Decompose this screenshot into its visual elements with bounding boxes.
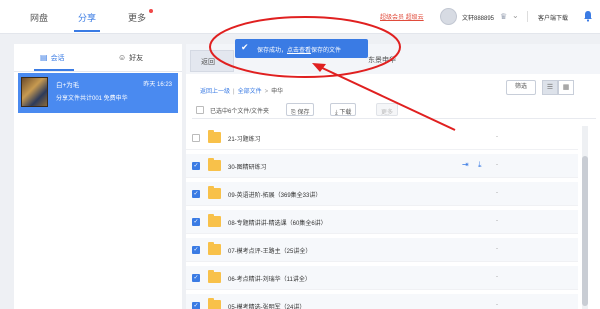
- avatar[interactable]: [440, 8, 457, 25]
- conversation-time: 昨天 16:23: [143, 82, 172, 88]
- nav-share[interactable]: 分享: [78, 11, 96, 24]
- row-size: -: [496, 162, 498, 168]
- toast-suffix: 保存的文件: [311, 48, 342, 54]
- conversation-name: 白+为毛: [56, 82, 80, 89]
- bell-icon[interactable]: [583, 10, 593, 22]
- table-row[interactable]: 21-习题练习 -: [186, 126, 578, 150]
- select-all-checkbox[interactable]: [196, 106, 204, 114]
- top-bar: 网盘 分享 更多 超级会员 超级云 文轩888895 ♛ ⌄ 客户端下载: [0, 0, 600, 34]
- scrollbar[interactable]: [582, 126, 588, 309]
- save-button[interactable]: ⎘ 保存: [286, 103, 315, 116]
- folder-icon: [208, 130, 221, 143]
- breadcrumb-current: 申华: [271, 89, 284, 95]
- nav-active-underline: [74, 30, 100, 32]
- row-size: -: [496, 218, 498, 224]
- table-row[interactable]: ✓ 06-考点精讲-刘瑞华（11讲全） -: [186, 266, 578, 290]
- row-size: -: [496, 302, 498, 308]
- row-size: -: [496, 246, 498, 252]
- friend-icon: ☺: [118, 53, 127, 62]
- folder-icon: [208, 186, 221, 199]
- back-tab[interactable]: 返回: [190, 50, 234, 72]
- row-name[interactable]: 08-专题精讲讲-精选课（60集全6讲）: [228, 218, 327, 227]
- divider: [527, 11, 528, 22]
- save-success-toast: ✔ 保存成功，点击查看保存的文件: [235, 39, 368, 58]
- row-save-icon[interactable]: ⇥: [462, 160, 469, 169]
- tab-conversations-label: 会话: [50, 55, 65, 62]
- row-checkbox[interactable]: [192, 134, 200, 142]
- sidebar-tabs: ▤ 会话 ☺ 好友: [14, 44, 182, 72]
- nav-more[interactable]: 更多: [128, 11, 146, 24]
- table-row[interactable]: ✓ 08-专题精讲讲-精选课（60集全6讲） -: [186, 210, 578, 234]
- tab-friends[interactable]: ☺ 好友: [118, 53, 143, 63]
- main-panel: 返回 东景申华 返回上一级 | 全部文件 > 申华 筛选 ☰ ▦ 已选中6个文件/文件夹…: [186, 44, 600, 309]
- toast-prefix: 保存成功，: [257, 48, 288, 54]
- more-button[interactable]: 更多: [376, 103, 399, 116]
- client-download-link[interactable]: 客户端下载: [538, 13, 568, 22]
- row-checkbox[interactable]: ✓: [192, 274, 200, 282]
- row-checkbox[interactable]: ✓: [192, 246, 200, 254]
- row-download-icon[interactable]: ⤓: [478, 160, 482, 170]
- grid-view-button[interactable]: ▦: [558, 80, 574, 95]
- row-name[interactable]: 21-习题练习: [228, 134, 261, 143]
- row-checkbox[interactable]: ✓: [192, 218, 200, 226]
- user-name[interactable]: 文轩888895: [462, 13, 494, 22]
- row-size: -: [496, 274, 498, 280]
- folder-icon: [208, 298, 221, 309]
- tab-active-underline: [34, 69, 74, 71]
- conversation-item[interactable]: 白+为毛 昨天 16:23 分享文件共计001 免费申华: [18, 73, 178, 113]
- breadcrumb: 返回上一级 | 全部文件 > 申华: [200, 89, 284, 95]
- list-view-button[interactable]: ☰: [542, 80, 558, 95]
- row-size: -: [496, 134, 498, 140]
- row-checkbox[interactable]: ✓: [192, 302, 200, 309]
- more-label: 更多: [381, 110, 394, 116]
- toast-view-link[interactable]: 点击查看: [287, 48, 311, 54]
- table-row[interactable]: ✓ 09-英语进阶-拓展（369集全33讲） -: [186, 182, 578, 206]
- breadcrumb-all[interactable]: 全部文件: [238, 89, 262, 95]
- selection-bar: 已选中6个文件/文件夹 ⎘ 保存 ⤓ 下载 更多: [192, 101, 596, 119]
- row-size: -: [496, 190, 498, 196]
- row-name[interactable]: 30-图精研练习: [228, 162, 267, 171]
- row-checkbox[interactable]: ✓: [192, 162, 200, 170]
- crown-icon: ♛: [500, 12, 508, 21]
- folder-icon: [208, 270, 221, 283]
- chat-icon: ▤: [40, 53, 48, 62]
- download-label: 下载: [339, 110, 352, 116]
- selection-count: 已选中6个文件/文件夹: [210, 109, 270, 115]
- folder-icon: [208, 214, 221, 227]
- tab-friends-label: 好友: [129, 55, 144, 62]
- table-row[interactable]: ✓ 30-图精研练习 ⇥ ⤓ -: [186, 154, 578, 178]
- row-name[interactable]: 06-考点精讲-刘瑞华（11讲全）: [228, 274, 311, 283]
- folder-icon: [208, 242, 221, 255]
- sidebar: ▤ 会话 ☺ 好友 白+为毛 昨天 16:23 分享文件共计001 免费申华: [14, 44, 182, 309]
- share-title: 东景申华: [368, 57, 396, 64]
- check-icon: ✔: [241, 42, 249, 52]
- breadcrumb-back[interactable]: 返回上一级: [200, 89, 230, 95]
- nav-netdisk[interactable]: 网盘: [30, 11, 48, 24]
- chevron-down-icon[interactable]: ⌄: [512, 11, 519, 20]
- row-name[interactable]: 07-模考点评-王路主（25讲全）: [228, 246, 311, 255]
- row-checkbox[interactable]: ✓: [192, 190, 200, 198]
- row-name[interactable]: 09-英语进阶-拓展（369集全33讲）: [228, 190, 321, 199]
- notification-dot: [149, 9, 153, 13]
- save-label: 保存: [297, 110, 310, 116]
- vip-promo-link[interactable]: 超级会员 超级云: [380, 12, 424, 21]
- scrollbar-thumb[interactable]: [582, 156, 588, 306]
- conversation-message: 分享文件共计001 免费申华: [56, 96, 128, 102]
- filter-button[interactable]: 筛选: [506, 80, 536, 95]
- folder-icon: [208, 158, 221, 171]
- table-row[interactable]: ✓ 05-模考精选-张明军（24讲） -: [186, 294, 578, 309]
- download-button[interactable]: ⤓ 下载: [330, 103, 357, 116]
- table-row[interactable]: ✓ 07-模考点评-王路主（25讲全） -: [186, 238, 578, 262]
- tab-conversations[interactable]: ▤ 会话: [40, 53, 65, 63]
- conversation-avatar: [21, 77, 48, 107]
- row-name[interactable]: 05-模考精选-张明军（24讲）: [228, 302, 305, 309]
